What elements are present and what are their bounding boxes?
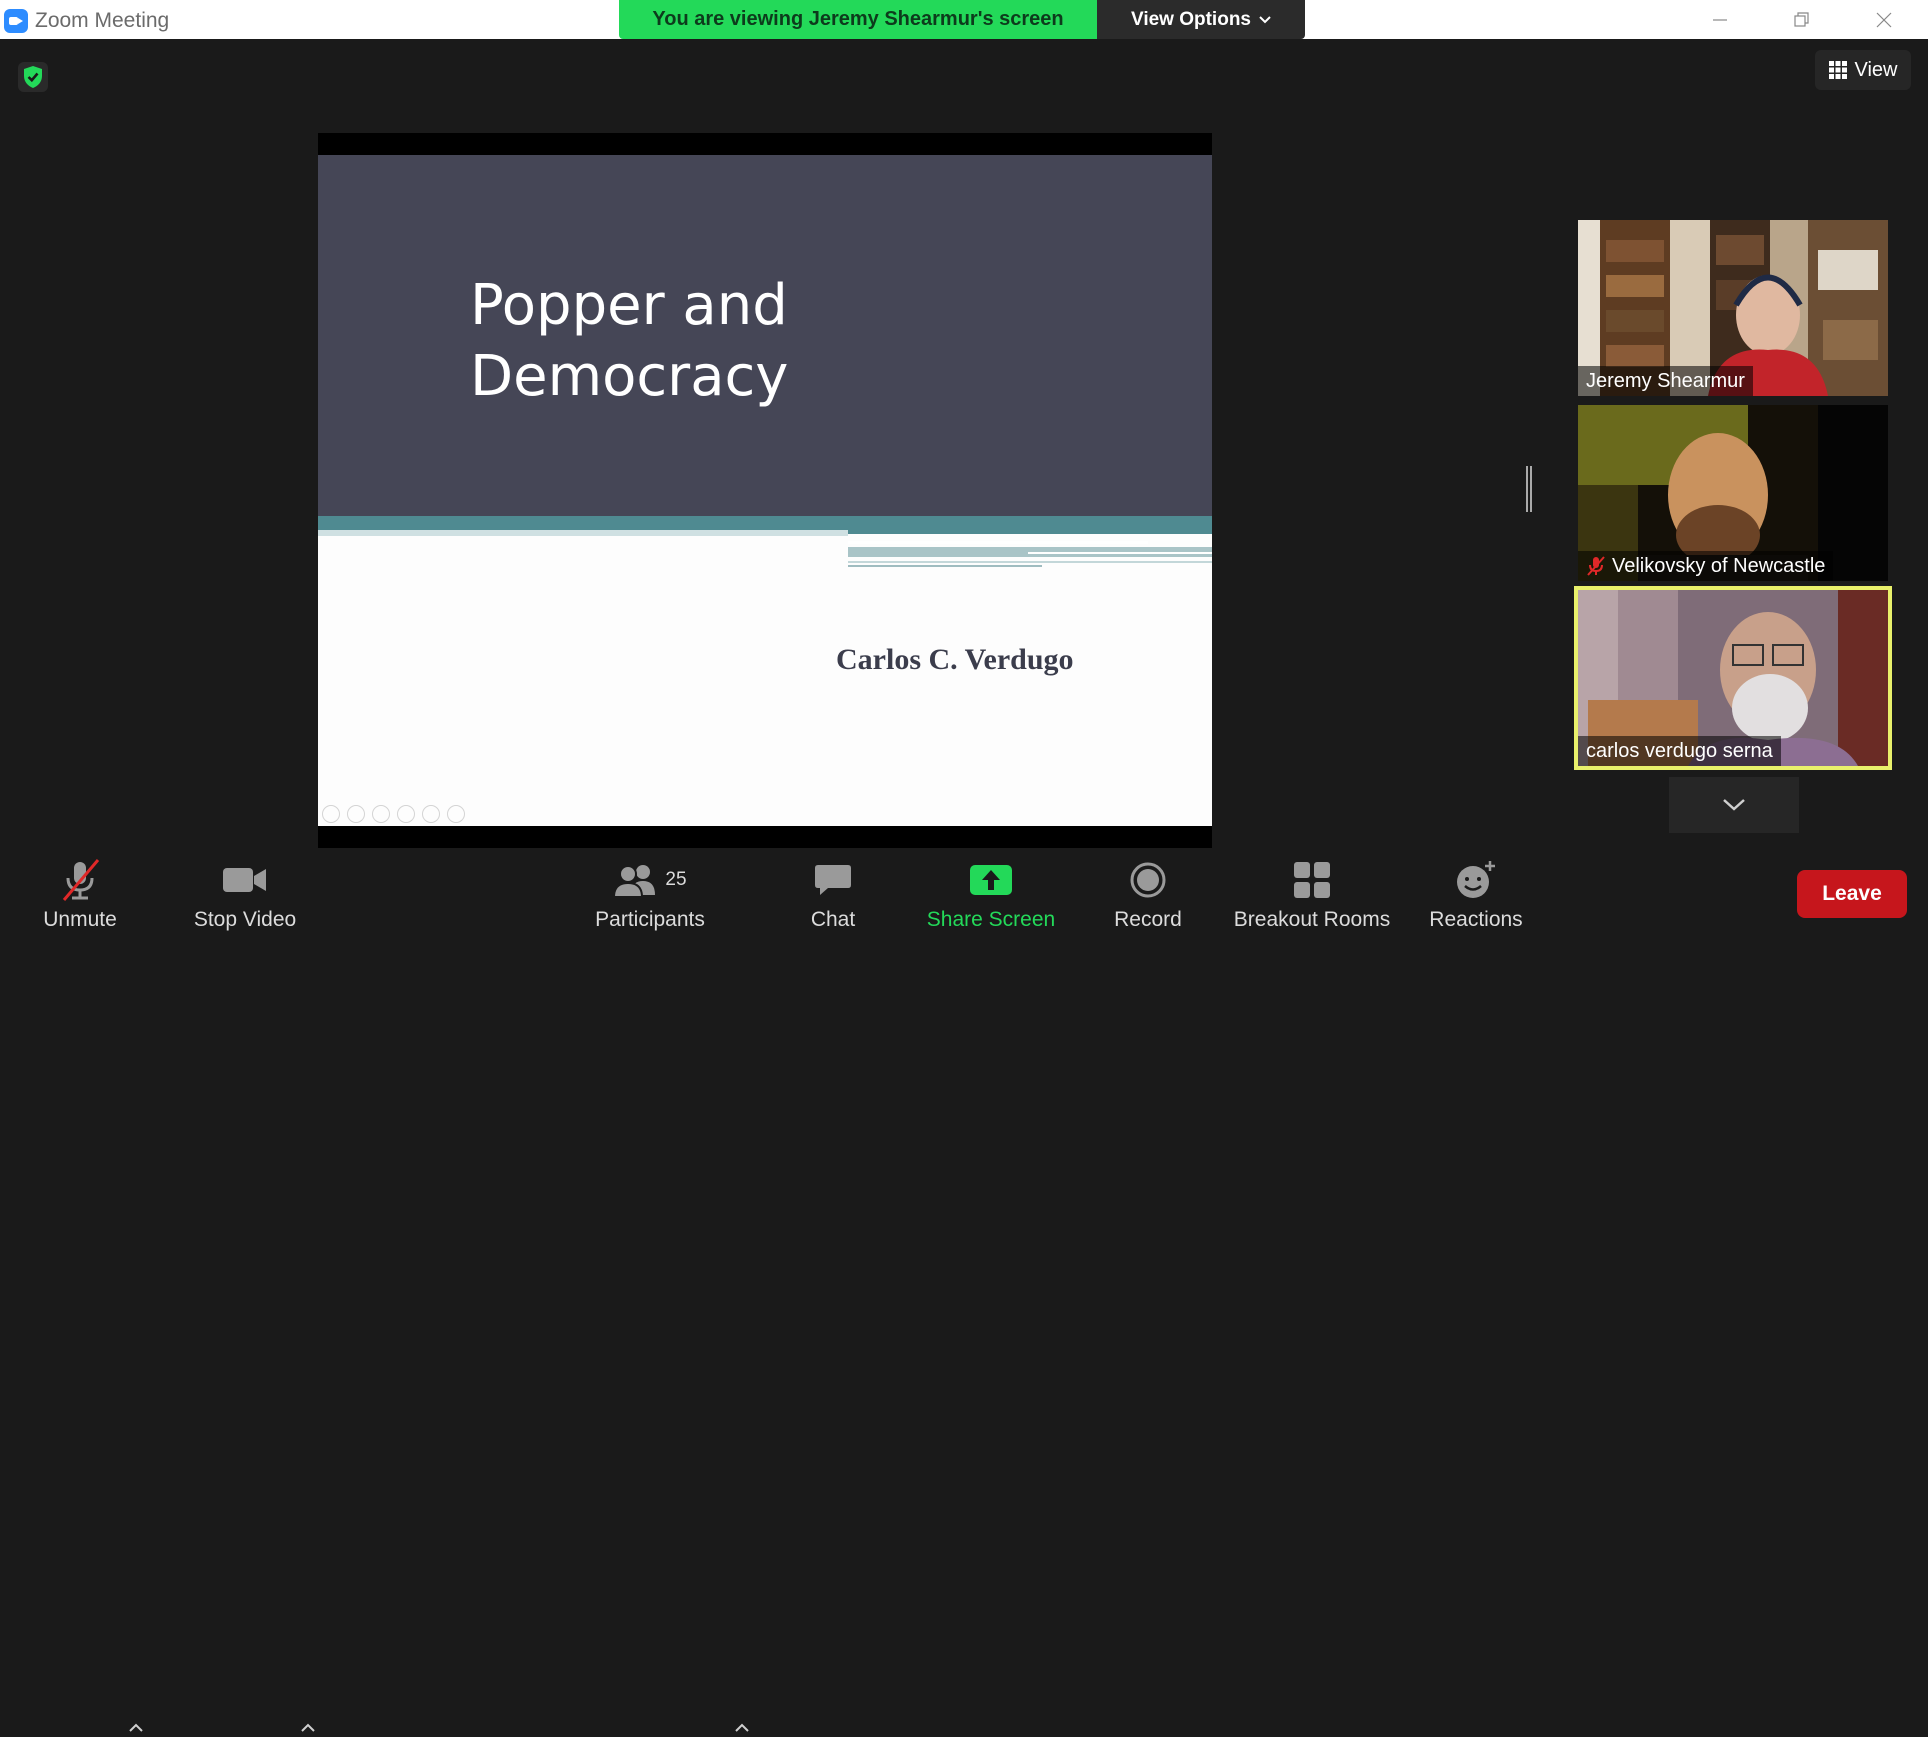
- next-slide-icon[interactable]: [347, 805, 365, 823]
- chat-bubble-icon: [815, 865, 851, 895]
- participant-name: Velikovsky of Newcastle: [1612, 554, 1826, 577]
- leave-meeting-button[interactable]: Leave: [1797, 870, 1907, 918]
- reactions-button[interactable]: Reactions: [1426, 848, 1526, 932]
- grid-icon: [1828, 61, 1847, 79]
- presentation-slide: Popper and Democracy Carlos C. Verdugo: [318, 155, 1212, 826]
- video-camera-icon: [223, 868, 266, 892]
- record-icon: [1130, 862, 1166, 898]
- chevron-up-icon: [129, 1723, 143, 1732]
- minimize-button[interactable]: [1700, 6, 1740, 34]
- screen-share-banner: You are viewing Jeremy Shearmur's screen…: [619, 0, 1305, 39]
- slide-title-line1: Popper and: [470, 273, 788, 338]
- restore-icon: [1794, 12, 1809, 27]
- chat-label: Chat: [810, 908, 856, 931]
- view-options-button[interactable]: View Options: [1097, 0, 1305, 39]
- slide-light-band: [318, 530, 848, 536]
- stop-video-button[interactable]: Stop Video: [186, 848, 304, 932]
- shared-screen[interactable]: Popper and Democracy Carlos C. Verdugo: [318, 133, 1212, 848]
- breakout-rooms-button[interactable]: Breakout Rooms: [1230, 848, 1394, 932]
- viewing-screen-text: You are viewing Jeremy Shearmur's screen: [619, 0, 1097, 39]
- slide-stripe: [848, 565, 1042, 567]
- shield-check-icon: [24, 66, 42, 88]
- slide-header-block: Popper and Democracy: [318, 155, 1212, 516]
- stop-video-label: Stop Video: [193, 908, 297, 931]
- chat-button[interactable]: Chat: [796, 848, 870, 932]
- previous-slide-icon[interactable]: [322, 805, 340, 823]
- audio-options-button[interactable]: [128, 1716, 144, 1737]
- breakout-rooms-label: Breakout Rooms: [1233, 908, 1391, 931]
- record-label: Record: [1114, 908, 1182, 931]
- slide-author: Carlos C. Verdugo: [836, 643, 1074, 676]
- chevron-up-icon: [301, 1723, 315, 1732]
- video-options-button[interactable]: [300, 1716, 316, 1737]
- chevron-down-icon: [1259, 15, 1271, 23]
- slide-title: Popper and Democracy: [470, 270, 920, 412]
- share-screen-button[interactable]: Share Screen: [926, 848, 1056, 932]
- unmute-button[interactable]: Unmute: [30, 848, 130, 932]
- muted-microphone-icon: [1587, 556, 1605, 576]
- slide-show-controls[interactable]: [322, 805, 465, 823]
- scroll-down-button[interactable]: [1669, 777, 1799, 833]
- record-button[interactable]: Record: [1108, 848, 1188, 932]
- slide-stripe: [848, 561, 1212, 563]
- unmute-label: Unmute: [43, 908, 117, 931]
- encryption-shield-button[interactable]: [18, 62, 48, 92]
- pen-icon[interactable]: [372, 805, 390, 823]
- zoom-icon[interactable]: [422, 805, 440, 823]
- participants-button[interactable]: 25 Participants: [590, 848, 710, 932]
- video-tile-carlos-active-speaker[interactable]: carlos verdugo serna: [1574, 586, 1892, 770]
- zoom-logo-icon: [4, 9, 28, 33]
- panel-resize-handle[interactable]: [1526, 466, 1532, 512]
- window-title: Zoom Meeting: [35, 9, 170, 32]
- meeting-toolbar: Unmute Stop Video 25 Participants Chat S…: [0, 848, 1928, 1732]
- close-icon: [1876, 12, 1892, 28]
- more-options-icon[interactable]: [447, 805, 465, 823]
- participant-name: carlos verdugo serna: [1586, 739, 1773, 762]
- add-reaction-icon: [1457, 861, 1495, 898]
- minimize-icon: [1713, 19, 1727, 21]
- participant-name-tag: Jeremy Shearmur: [1578, 366, 1753, 396]
- slide-stripe: [1028, 552, 1212, 554]
- slides-icon[interactable]: [397, 805, 415, 823]
- participants-icon: [613, 865, 656, 897]
- slide-stripe: [848, 541, 1148, 544]
- participants-count: 25: [665, 869, 687, 890]
- reactions-label: Reactions: [1429, 908, 1523, 931]
- view-options-label: View Options: [1130, 8, 1251, 30]
- view-layout-button[interactable]: View: [1815, 50, 1911, 90]
- video-tile-jeremy[interactable]: Jeremy Shearmur: [1578, 220, 1888, 396]
- video-tile-velikovsky[interactable]: Velikovsky of Newcastle: [1578, 405, 1888, 581]
- participant-name-tag: Velikovsky of Newcastle: [1578, 551, 1834, 581]
- chevron-up-icon: [735, 1723, 749, 1732]
- close-button[interactable]: [1864, 6, 1904, 34]
- slide-title-line2: Democracy: [470, 344, 789, 409]
- participant-name-tag: carlos verdugo serna: [1578, 736, 1781, 766]
- chevron-down-icon: [1723, 799, 1745, 811]
- share-screen-label: Share Screen: [926, 908, 1056, 931]
- restore-button[interactable]: [1782, 6, 1822, 34]
- participants-label: Participants: [595, 908, 705, 931]
- share-screen-arrow-icon: [970, 865, 1012, 895]
- participants-options-button[interactable]: [734, 1716, 750, 1737]
- view-button-label: View: [1854, 58, 1898, 81]
- participant-name: Jeremy Shearmur: [1586, 369, 1745, 392]
- breakout-rooms-icon: [1294, 862, 1330, 898]
- muted-microphone-icon: [62, 859, 100, 901]
